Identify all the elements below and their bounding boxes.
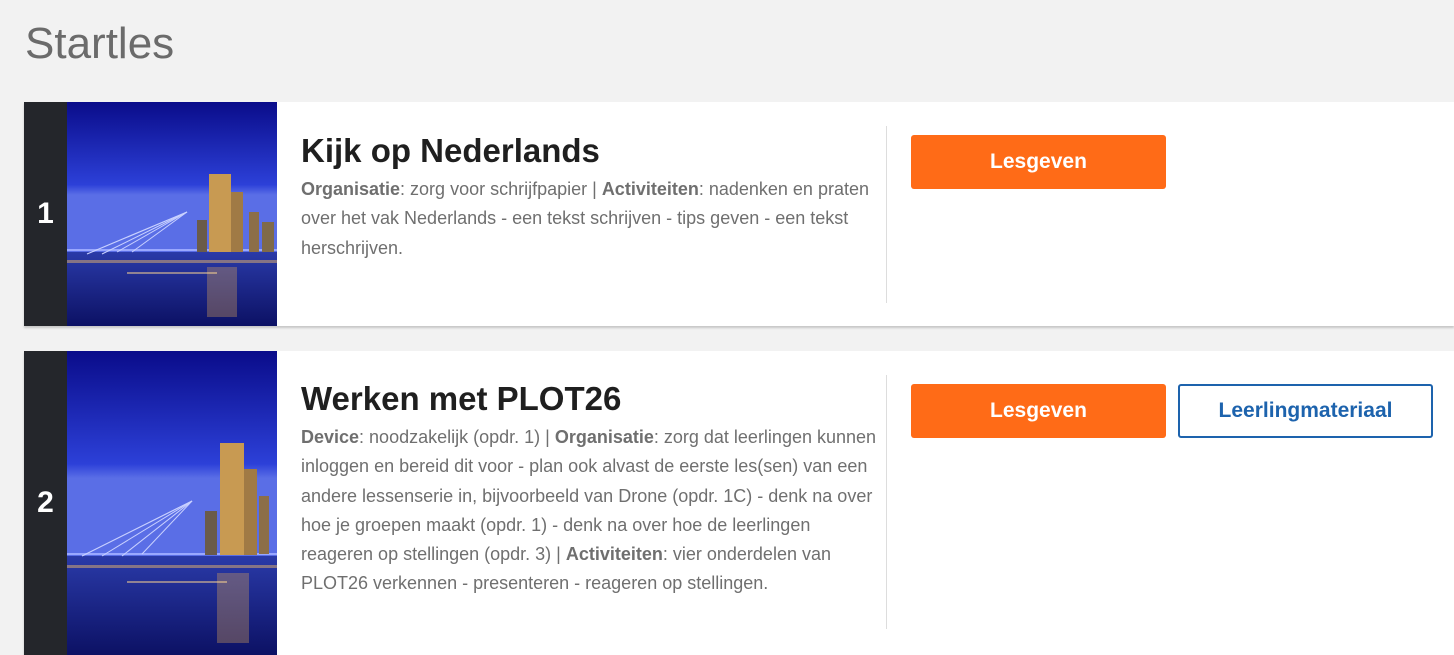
description-label: Activiteiten (565, 544, 663, 565)
lesson-thumbnail (67, 351, 277, 655)
vertical-divider (886, 375, 887, 629)
lesson-number: 2 (37, 486, 54, 519)
lesson-description: Organisatie: zorg voor schrijfpapier | A… (301, 175, 883, 263)
lesson-number-column: 1 (24, 102, 67, 326)
lesson-card-2: 2 Werken met PLOT26 Device: noodzakelijk… (24, 351, 1454, 655)
description-label: Device (301, 427, 360, 447)
lesson-title: Werken met PLOT26 (301, 380, 622, 417)
description-label: Organisatie (301, 179, 401, 199)
lesgeven-button[interactable]: Lesgeven (911, 135, 1166, 189)
lesson-content: Werken met PLOT26 Device: noodzakelijk (… (301, 379, 883, 599)
lesson-card-1: 1 Kijk op Nederlands Organisatie: zorg v… (24, 102, 1454, 326)
description-text: : noodzakelijk (opdr. 1) | (359, 427, 555, 447)
lesson-thumbnail (67, 102, 277, 326)
lesson-number: 1 (37, 197, 54, 230)
page-title: Startles (25, 19, 175, 68)
lesson-description: Device: noodzakelijk (opdr. 1) | Organis… (301, 423, 883, 599)
description-text: : zorg voor schrijfpapier | (400, 179, 602, 199)
lesson-title: Kijk op Nederlands (301, 132, 600, 169)
description-label: Organisatie (554, 427, 654, 447)
leerlingmateriaal-button[interactable]: Leerlingmateriaal (1178, 384, 1433, 438)
vertical-divider (886, 126, 887, 303)
lesgeven-button[interactable]: Lesgeven (911, 384, 1166, 438)
description-label: Activiteiten (601, 179, 699, 199)
lesson-number-column: 2 (24, 351, 67, 655)
lesson-content: Kijk op Nederlands Organisatie: zorg voo… (301, 131, 883, 263)
